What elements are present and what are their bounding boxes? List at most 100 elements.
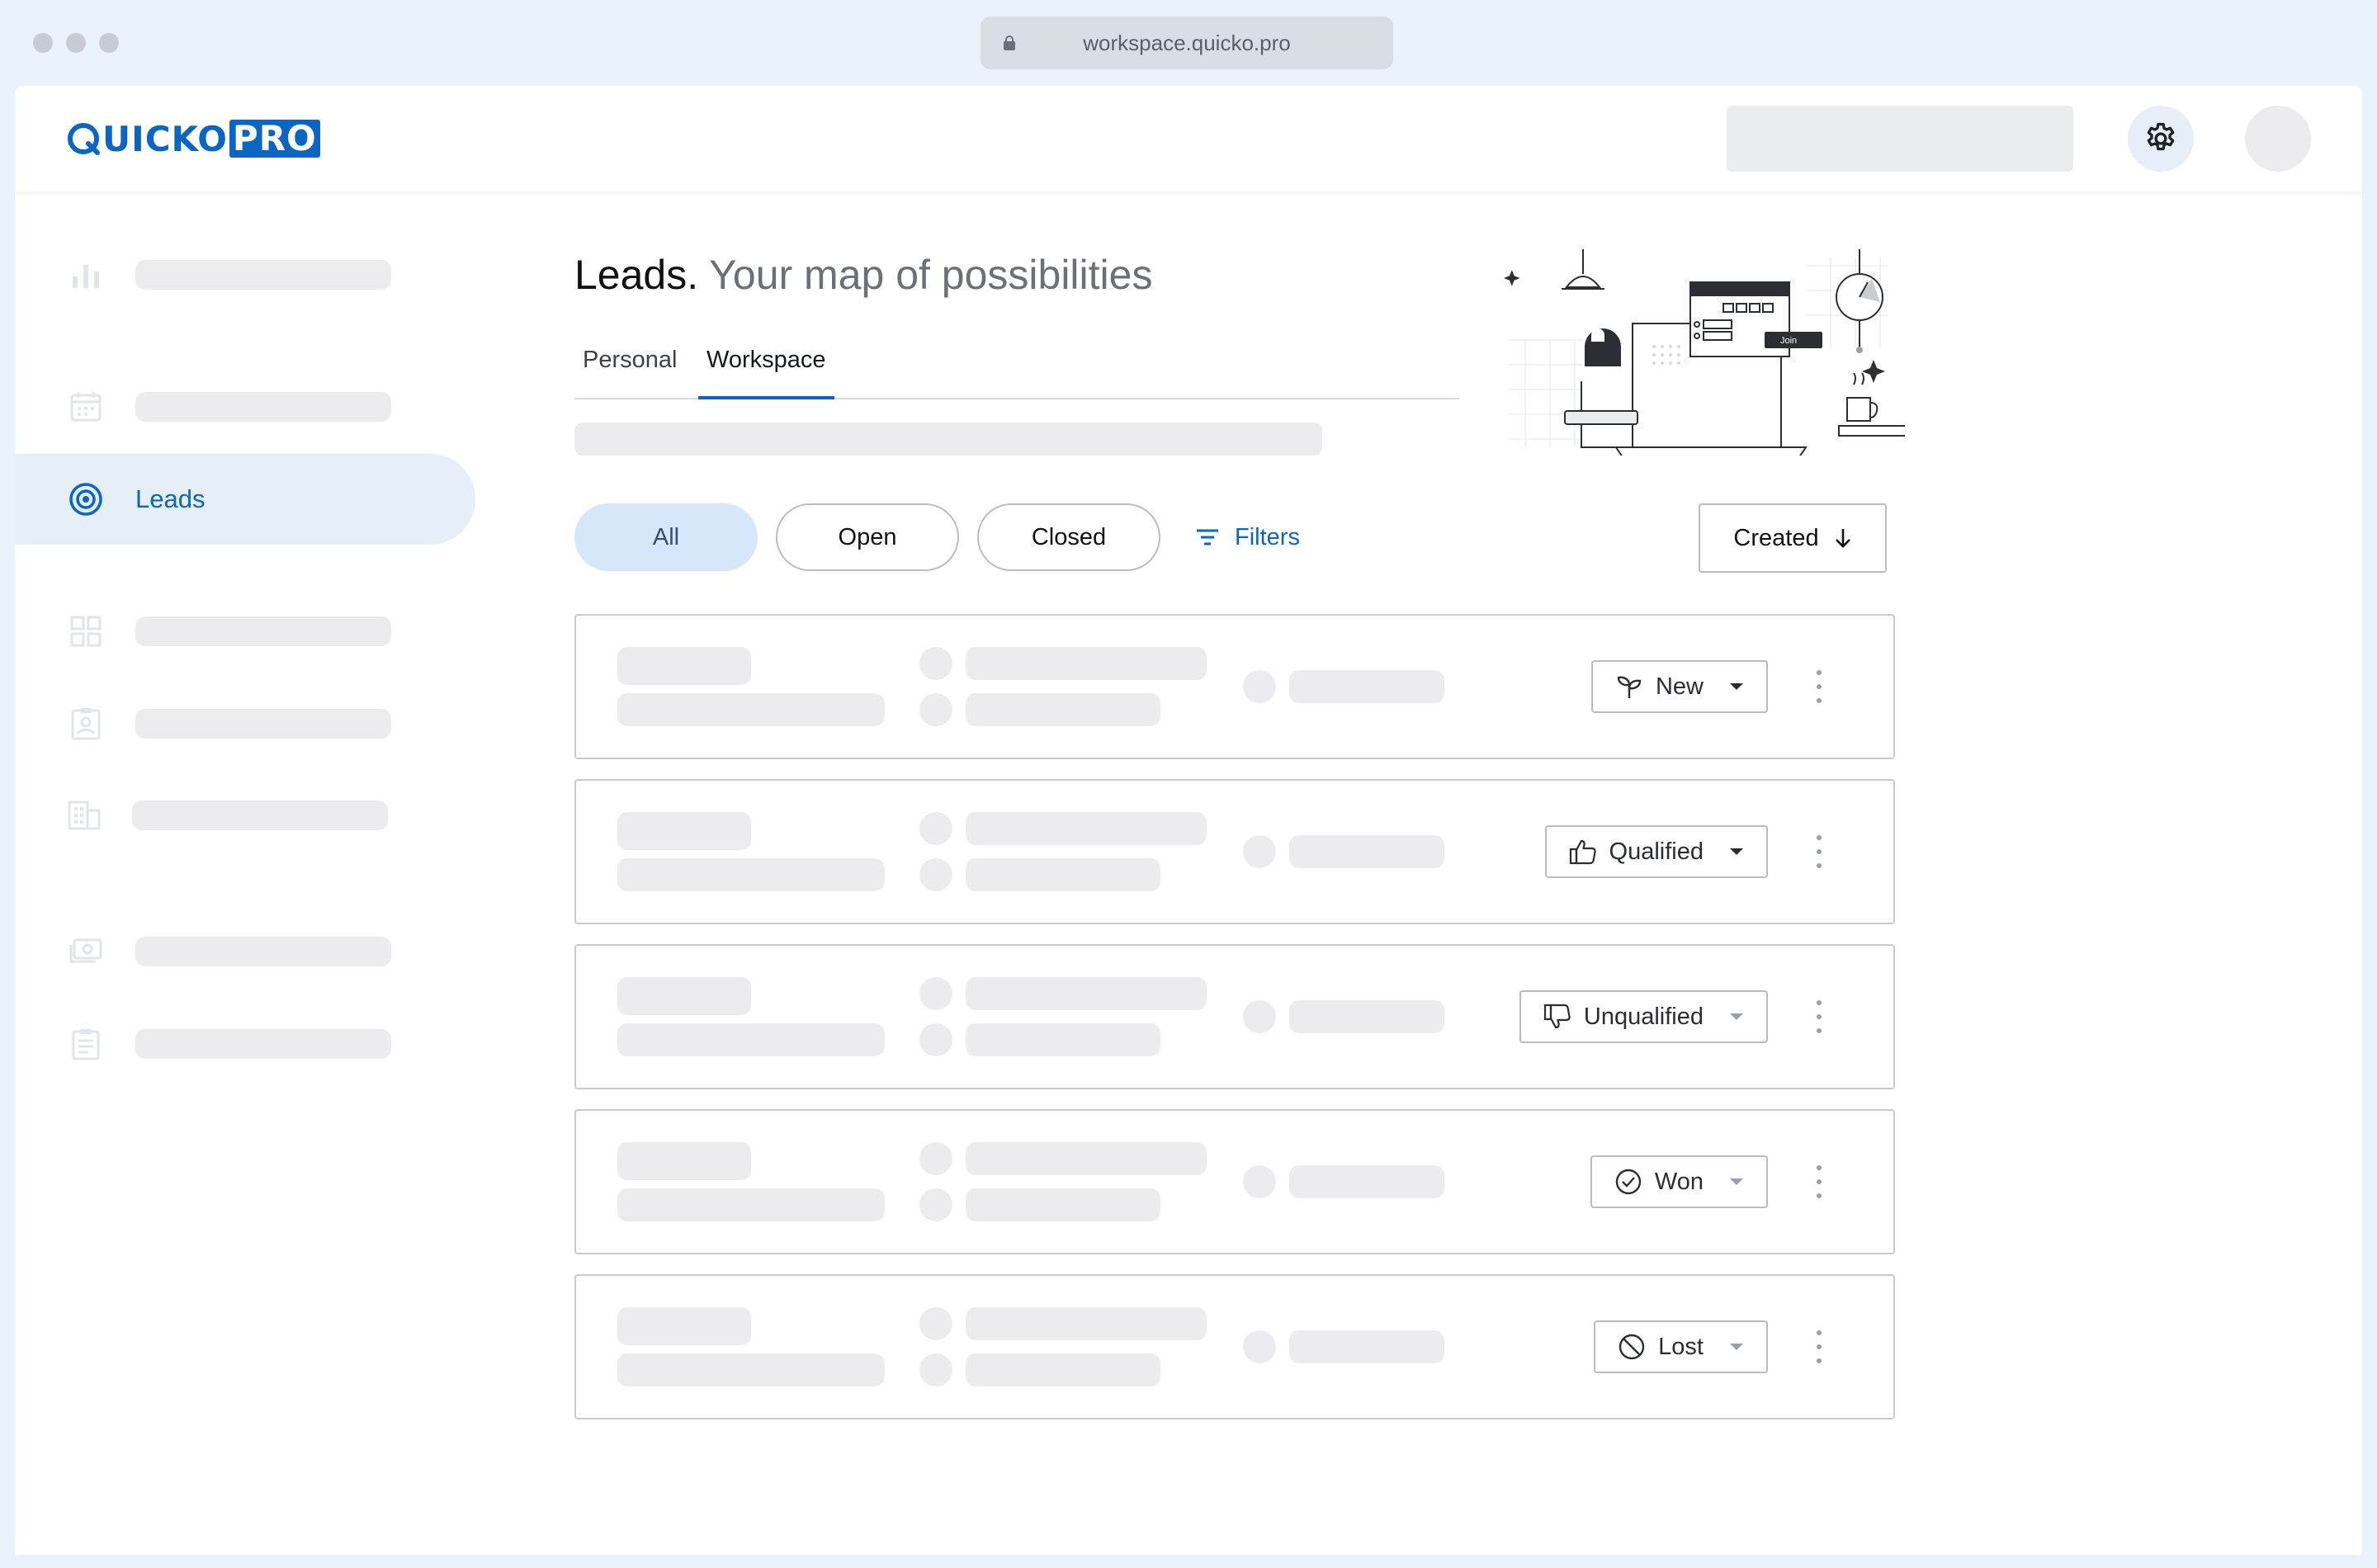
sidebar-item-companies[interactable] <box>15 770 477 861</box>
page-title-main: Leads. <box>574 252 699 298</box>
tab-personal[interactable]: Personal <box>574 324 685 399</box>
filter-chip-all[interactable]: All <box>574 503 758 571</box>
calendar-icon <box>70 392 102 422</box>
page-subtitle: Your map of possibilities <box>709 252 1153 298</box>
status-label: Unqualified <box>1583 1003 1704 1030</box>
lead-row[interactable]: Won <box>574 1109 1895 1254</box>
filter-chip-closed[interactable]: Closed <box>977 503 1160 571</box>
filters-button[interactable]: Filters <box>1195 503 1300 571</box>
caret-down-icon <box>1730 1178 1743 1185</box>
lead-owner-name-placeholder <box>1289 1330 1444 1363</box>
lead-info-placeholder <box>966 1023 1160 1056</box>
lead-name-placeholder <box>617 812 751 850</box>
lead-avatar-placeholder <box>919 858 952 891</box>
lead-info-placeholder <box>966 647 1207 680</box>
lead-row[interactable]: Unqualified <box>574 944 1895 1089</box>
status-dropdown-qualified[interactable]: Qualified <box>1544 825 1768 878</box>
status-label: New <box>1655 673 1704 700</box>
sidebar-label-placeholder <box>135 1029 391 1059</box>
window-close-dot[interactable] <box>33 33 53 53</box>
gear-icon <box>2147 122 2175 151</box>
lead-info-placeholder <box>966 693 1160 726</box>
window-minimize-dot[interactable] <box>66 33 86 53</box>
lead-row[interactable]: Qualified <box>574 779 1895 924</box>
sidebar-item-tasks[interactable] <box>15 999 477 1089</box>
lead-avatar-placeholder <box>919 977 952 1010</box>
filter-chip-open[interactable]: Open <box>776 503 959 571</box>
more-options-icon[interactable] <box>1814 1000 1824 1033</box>
status-label: Lost <box>1658 1333 1704 1360</box>
lead-row[interactable]: New <box>574 614 1895 759</box>
app-window: UICKO PRO Leads Leads. Your map of possi… <box>15 86 2362 1555</box>
page-title: Leads. Your map of possibilities <box>574 251 1152 299</box>
target-icon <box>69 483 102 516</box>
lead-avatar-placeholder <box>919 1353 952 1386</box>
search-placeholder[interactable] <box>1727 106 2073 172</box>
lead-owner-name-placeholder <box>1289 835 1444 868</box>
sidebar-item-calendar[interactable] <box>15 361 477 452</box>
lead-detail-placeholder <box>617 1023 885 1056</box>
lead-owner-placeholder <box>1243 670 1276 703</box>
more-options-icon[interactable] <box>1814 1165 1824 1198</box>
status-dropdown-lost[interactable]: Lost <box>1594 1320 1768 1373</box>
lead-detail-placeholder <box>617 1188 885 1221</box>
more-options-icon[interactable] <box>1814 1330 1824 1363</box>
lead-avatar-placeholder <box>919 1023 952 1056</box>
status-dropdown-new[interactable]: New <box>1590 660 1768 713</box>
tab-workspace[interactable]: Workspace <box>698 324 834 399</box>
lead-name-placeholder <box>617 1307 751 1345</box>
sprout-icon <box>1617 676 1642 698</box>
sidebar-label-placeholder <box>135 709 391 739</box>
lead-owner-name-placeholder <box>1289 1000 1444 1033</box>
lead-avatar-placeholder <box>919 1142 952 1175</box>
sidebar-item-leads[interactable]: Leads <box>15 454 475 545</box>
sidebar-item-apps[interactable] <box>15 586 477 677</box>
lead-owner-placeholder <box>1243 1330 1276 1363</box>
filter-icon <box>1197 529 1218 545</box>
thumbs-up-icon <box>1569 839 1596 865</box>
lead-detail-placeholder <box>617 1353 885 1386</box>
address-bar-url: workspace.quicko.pro <box>1083 31 1291 55</box>
block-icon <box>1619 1334 1645 1360</box>
browser-chrome: workspace.quicko.pro <box>0 0 2377 86</box>
money-icon <box>69 938 102 963</box>
sidebar-item-contacts[interactable] <box>15 678 477 769</box>
sort-button[interactable]: Created <box>1699 503 1887 573</box>
sidebar-label-placeholder <box>135 616 391 646</box>
status-label: Won <box>1654 1168 1704 1195</box>
more-options-icon[interactable] <box>1814 670 1824 703</box>
caret-down-icon <box>1730 1344 1743 1350</box>
lead-row[interactable]: Lost <box>574 1274 1895 1419</box>
caret-down-icon <box>1730 848 1743 855</box>
window-maximize-dot[interactable] <box>99 33 119 53</box>
sort-label: Created <box>1733 524 1819 551</box>
quicko-logo[interactable]: UICKO PRO <box>66 118 320 159</box>
status-dropdown-won[interactable]: Won <box>1590 1155 1768 1208</box>
user-avatar[interactable] <box>2245 106 2311 172</box>
logo-text: UICKO <box>102 118 228 159</box>
lead-info-placeholder <box>966 1142 1207 1175</box>
lead-tabs: Personal Workspace <box>574 324 1459 399</box>
lead-detail-placeholder <box>617 693 885 726</box>
lead-info-placeholder <box>966 812 1207 845</box>
sidebar-item-payments[interactable] <box>15 906 477 997</box>
sidebar-item-dashboard[interactable] <box>15 229 477 320</box>
lead-owner-name-placeholder <box>1289 1165 1444 1198</box>
illustration-join-label: Join <box>1780 336 1797 346</box>
lead-info-placeholder <box>966 1353 1160 1386</box>
settings-button[interactable] <box>2128 106 2194 172</box>
more-options-icon[interactable] <box>1814 835 1824 868</box>
sidebar-label-placeholder <box>132 801 388 830</box>
lead-owner-placeholder <box>1243 835 1276 868</box>
thumbs-down-icon <box>1543 1004 1571 1029</box>
lead-name-placeholder <box>617 977 751 1015</box>
clipboard-icon <box>72 1029 100 1060</box>
lead-info-placeholder <box>966 858 1160 891</box>
status-dropdown-unqualified[interactable]: Unqualified <box>1519 990 1768 1043</box>
bar-chart-icon <box>73 265 99 288</box>
logo-q-icon <box>68 123 100 155</box>
description-placeholder <box>574 423 1322 456</box>
lead-avatar-placeholder <box>919 647 952 680</box>
contact-card-icon <box>71 708 101 740</box>
address-bar[interactable]: workspace.quicko.pro <box>981 17 1393 69</box>
